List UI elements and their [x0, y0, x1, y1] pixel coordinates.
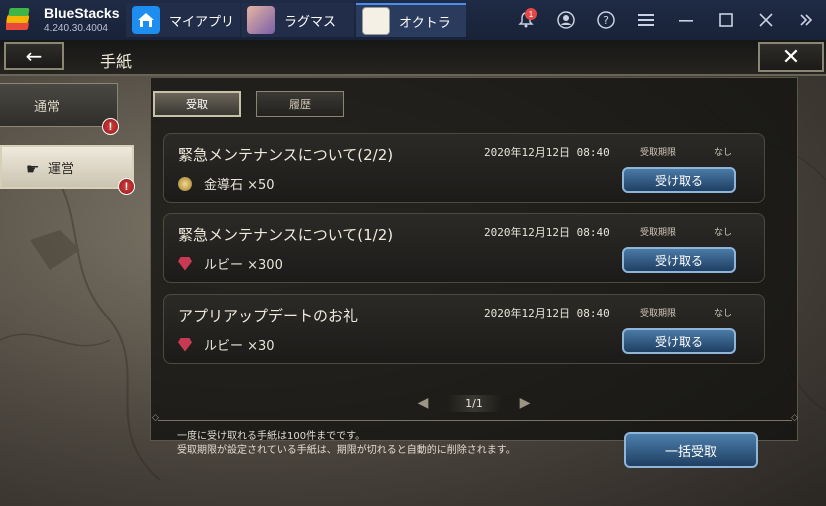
mail-date: 2020年12月12日 08:40 — [484, 146, 610, 159]
button-label: 受け取る — [654, 173, 703, 188]
mail-date: 2020年12月12日 08:40 — [484, 226, 610, 239]
deadline-value: なし — [714, 148, 733, 158]
menu-button[interactable] — [626, 0, 666, 40]
note-line: 一度に受け取れる手紙は100件までです。 — [177, 431, 366, 442]
deadline-value: なし — [714, 228, 733, 238]
close-icon — [759, 13, 773, 27]
mail-item: 緊急メンテナンスについて(2/2) 2020年12月12日 08:40 受取期限… — [163, 133, 765, 203]
next-page-button[interactable]: ▶ — [518, 395, 532, 411]
previous-page-button[interactable]: ◀ — [416, 395, 430, 411]
minimize-button[interactable] — [666, 0, 706, 40]
category-tab-operations[interactable]: ☛ 運営 — [0, 145, 134, 189]
emulator-version: 4.240.30.4004 — [44, 23, 108, 34]
mail-title: 緊急メンテナンスについて(2/2) — [178, 146, 394, 164]
category-label: 通常 — [34, 99, 61, 115]
menu-icon — [638, 14, 654, 26]
pointing-hand-icon: ☛ — [26, 160, 40, 178]
note-line: 受取期限が設定されている手紙は、期限が切れると自動的に削除されます。 — [177, 445, 516, 456]
mail-reward: ルビー ×300 — [178, 254, 283, 273]
home-icon — [132, 6, 160, 34]
receive-button[interactable]: 受け取る — [622, 167, 736, 193]
tab-octopath[interactable]: オクトラ — [356, 3, 466, 37]
button-label: 受け取る — [654, 253, 703, 268]
category-tab-normal[interactable]: 通常 — [0, 83, 118, 127]
close-window-button[interactable] — [746, 0, 786, 40]
alert-badge: ! — [118, 178, 135, 195]
account-icon — [557, 11, 575, 29]
mail-date: 2020年12月12日 08:40 — [484, 307, 610, 320]
deadline-label: 受取期限 — [640, 309, 677, 319]
reward-text: 金導石 ×50 — [204, 178, 275, 193]
ruby-icon — [178, 337, 192, 352]
emulator-titlebar: BlueStacks 4.240.30.4004 マイアプリ ラグマス オクトラ… — [0, 0, 826, 40]
arrow-left-icon: ← — [25, 44, 43, 68]
app-icon — [362, 7, 390, 35]
page-title: 手紙 — [100, 52, 133, 71]
notification-count: 1 — [525, 8, 537, 20]
mail-reward: 金導石 ×50 — [178, 174, 275, 193]
svg-text:?: ? — [603, 14, 609, 27]
mail-title: アプリアップデートのお礼 — [178, 307, 359, 325]
ruby-icon — [178, 256, 192, 271]
bulk-receive-button[interactable]: 一括受取 — [624, 432, 758, 468]
mail-title: 緊急メンテナンスについて(1/2) — [178, 226, 394, 244]
tab-history[interactable]: 履歴 — [256, 91, 344, 117]
maximize-button[interactable] — [706, 0, 746, 40]
gold-ore-icon — [178, 176, 192, 191]
expand-sidebar-button[interactable] — [786, 0, 826, 40]
button-label: 一括受取 — [664, 444, 717, 460]
mail-item: 緊急メンテナンスについて(1/2) 2020年12月12日 08:40 受取期限… — [163, 213, 765, 283]
maximize-icon — [719, 13, 733, 27]
help-icon: ? — [597, 11, 615, 29]
app-icon — [247, 6, 275, 34]
minimize-icon — [679, 20, 693, 22]
deadline-value: なし — [714, 309, 733, 319]
pagination: ◀ 1/1 ▶ — [416, 392, 532, 414]
reward-text: ルビー ×300 — [204, 258, 283, 273]
close-icon: ✕ — [781, 44, 801, 70]
notification-button[interactable]: 1 — [506, 0, 546, 40]
button-label: 受け取る — [654, 334, 703, 349]
emulator-name: BlueStacks — [44, 5, 120, 21]
account-button[interactable] — [546, 0, 586, 40]
tab-label: マイアプリ — [169, 14, 235, 30]
tab-receive[interactable]: 受取 — [153, 91, 241, 117]
receive-button[interactable]: 受け取る — [622, 247, 736, 273]
alert-badge: ! — [102, 118, 119, 135]
divider — [152, 413, 798, 423]
close-button[interactable]: ✕ — [758, 42, 824, 72]
reward-text: ルビー ×30 — [204, 339, 275, 354]
tab-label: 受取 — [186, 98, 208, 111]
tab-label: 履歴 — [289, 98, 311, 111]
help-button[interactable]: ? — [586, 0, 626, 40]
tab-my-apps[interactable]: マイアプリ — [126, 3, 240, 37]
tab-ragnarok[interactable]: ラグマス — [241, 3, 354, 37]
back-button[interactable]: ← — [4, 42, 64, 70]
deadline-label: 受取期限 — [640, 148, 677, 158]
mail-notes: 一度に受け取れる手紙は100件までです。 受取期限が設定されている手紙は、期限が… — [177, 430, 516, 458]
mail-reward: ルビー ×30 — [178, 335, 275, 354]
mail-item: アプリアップデートのお礼 2020年12月12日 08:40 受取期限 なし ル… — [163, 294, 765, 364]
bluestacks-logo-icon — [6, 8, 30, 30]
page-indicator: 1/1 — [447, 394, 501, 412]
double-chevron-right-icon — [800, 14, 813, 26]
category-label: 運営 — [48, 161, 75, 177]
tab-label: ラグマス — [284, 14, 337, 30]
receive-button[interactable]: 受け取る — [622, 328, 736, 354]
deadline-label: 受取期限 — [640, 228, 677, 238]
tab-label: オクトラ — [399, 15, 451, 31]
